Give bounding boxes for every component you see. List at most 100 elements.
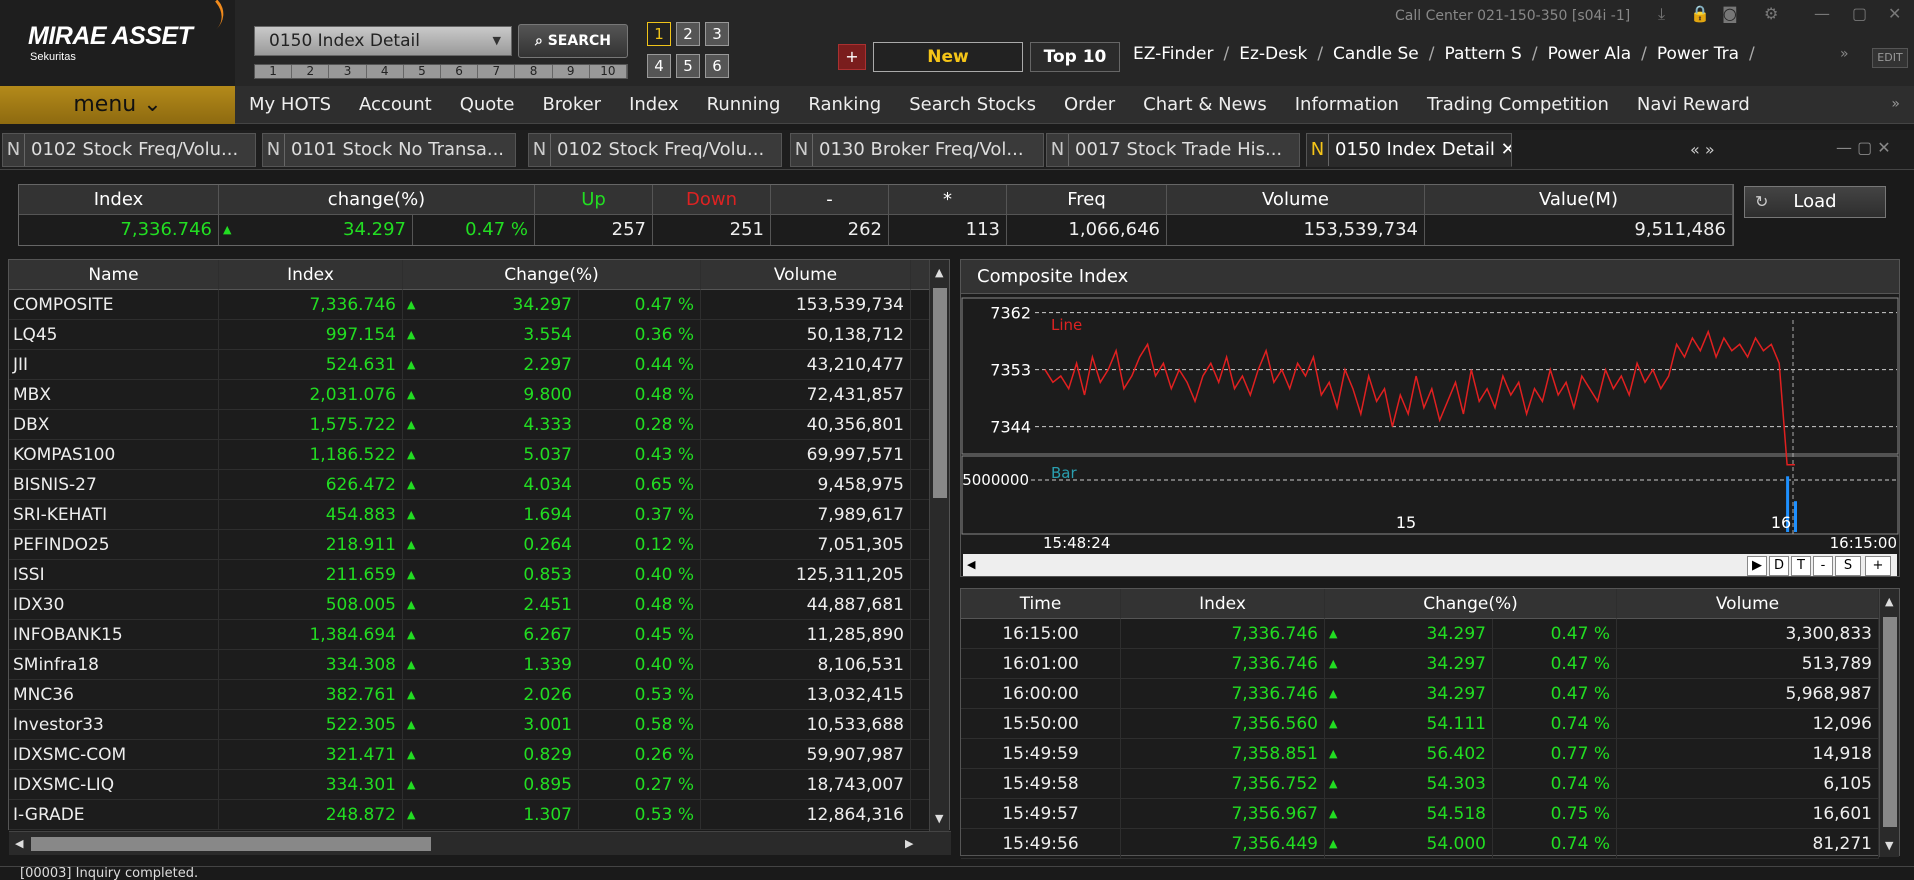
more-shortcuts-icon[interactable]: »: [1840, 46, 1849, 62]
screen-num[interactable]: 3: [329, 65, 367, 78]
table-row[interactable]: PEFINDO25 218.911 ▲ 0.264 0.12 % 7,051,305: [9, 530, 929, 560]
shortcut-candle[interactable]: Candle Se: [1333, 44, 1419, 70]
menu-item-broker[interactable]: Broker: [528, 86, 615, 124]
col-header-index[interactable]: Index: [219, 260, 403, 290]
col-header-change[interactable]: Change(%): [1325, 589, 1617, 619]
menu-item-ranking[interactable]: Ranking: [794, 86, 895, 124]
scroll-right-icon[interactable]: ▶: [905, 837, 913, 850]
close-icon[interactable]: ✕: [1888, 4, 1901, 23]
screen-num[interactable]: 8: [515, 65, 553, 78]
menu-more-icon[interactable]: »: [1891, 96, 1900, 112]
screen-button-3[interactable]: 3: [705, 22, 729, 46]
screen-button-4[interactable]: 4: [647, 54, 671, 78]
tab-0102-b[interactable]: N 0102 Stock Freq/Volu...: [528, 133, 782, 167]
vertical-scrollbar[interactable]: ▲ ▼: [929, 260, 949, 831]
screen-button-2[interactable]: 2: [676, 22, 700, 46]
tab-0130[interactable]: N 0130 Broker Freq/Vol...: [790, 133, 1044, 167]
scroll-up-icon[interactable]: ▲: [1885, 595, 1893, 608]
new-button[interactable]: New: [873, 42, 1023, 72]
menu-item-index[interactable]: Index: [615, 86, 693, 124]
menu-item-chart-news[interactable]: Chart & News: [1129, 86, 1281, 124]
chart-scroll-left-icon[interactable]: ◀: [967, 558, 975, 571]
composite-chart[interactable]: 7362 7353 7344 Line 5000000 Bar 15 16 15…: [961, 296, 1899, 554]
scroll-up-icon[interactable]: ▲: [935, 266, 943, 279]
scroll-down-icon[interactable]: ▼: [935, 812, 943, 825]
chart-zoom-out-button[interactable]: -: [1813, 556, 1833, 576]
menu-item-account[interactable]: Account: [345, 86, 446, 124]
table-row[interactable]: BISNIS-27 626.472 ▲ 4.034 0.65 % 9,458,975: [9, 470, 929, 500]
camera-icon[interactable]: ◙: [1722, 4, 1738, 23]
table-row[interactable]: LQ45 997.154 ▲ 3.554 0.36 % 50,138,712: [9, 320, 929, 350]
table-row[interactable]: SRI-KEHATI 454.883 ▲ 1.694 0.37 % 7,989,617: [9, 500, 929, 530]
shortcut-power-alarm[interactable]: Power Ala: [1548, 44, 1632, 70]
search-button[interactable]: ⌕ SEARCH: [518, 24, 628, 58]
scroll-down-icon[interactable]: ▼: [1885, 839, 1893, 852]
top10-button[interactable]: Top 10: [1030, 42, 1120, 72]
gear-icon[interactable]: ⚙: [1764, 4, 1778, 23]
chart-daily-button[interactable]: D: [1769, 556, 1789, 576]
col-header-index[interactable]: Index: [1121, 589, 1325, 619]
table-row[interactable]: DBX 1,575.722 ▲ 4.333 0.28 % 40,356,801: [9, 410, 929, 440]
screen-button-6[interactable]: 6: [705, 54, 729, 78]
table-row[interactable]: 16:00:00 7,336.746 ▲ 34.297 0.47 % 5,968,987: [961, 679, 1879, 709]
chart-s-button[interactable]: S: [1835, 556, 1861, 576]
screen-num[interactable]: 1: [255, 65, 293, 78]
table-row[interactable]: 15:50:00 7,356.560 ▲ 54.111 0.74 % 12,096: [961, 709, 1879, 739]
table-row[interactable]: KOMPAS100 1,186.522 ▲ 5.037 0.43 % 69,997,571: [9, 440, 929, 470]
chart-zoom-in-button[interactable]: +: [1865, 556, 1891, 576]
col-header-volume[interactable]: Volume: [1617, 589, 1879, 619]
scroll-left-icon[interactable]: ◀: [15, 837, 23, 850]
tab-0150[interactable]: N 0150 Index Detail ✕: [1306, 133, 1512, 167]
tab-scroll-icon[interactable]: « »: [1690, 140, 1715, 159]
load-button[interactable]: ↻ Load: [1744, 186, 1886, 218]
menu-item-information[interactable]: Information: [1281, 86, 1413, 124]
horizontal-scrollbar[interactable]: ◀ ▶: [9, 831, 951, 855]
table-row[interactable]: 16:15:00 7,336.746 ▲ 34.297 0.47 % 3,300,833: [961, 619, 1879, 649]
table-row[interactable]: 16:01:00 7,336.746 ▲ 34.297 0.47 % 513,789: [961, 649, 1879, 679]
screen-select[interactable]: 0150 Index Detail ▼: [254, 26, 512, 56]
screen-num[interactable]: 7: [478, 65, 516, 78]
hscroll-thumb[interactable]: [31, 837, 431, 851]
table-row[interactable]: JII 524.631 ▲ 2.297 0.44 % 43,210,477: [9, 350, 929, 380]
maximize-icon[interactable]: ▢: [1852, 4, 1867, 23]
edit-button[interactable]: EDIT: [1872, 48, 1908, 68]
table-row[interactable]: IDXSMC-COM 321.471 ▲ 0.829 0.26 % 59,907,987: [9, 740, 929, 770]
shortcut-pattern[interactable]: Pattern S: [1444, 44, 1521, 70]
tab-close-icon[interactable]: ✕: [1495, 139, 1511, 160]
col-header-time[interactable]: Time: [961, 589, 1121, 619]
screen-num[interactable]: 10: [590, 65, 628, 78]
tab-0102-a[interactable]: N 0102 Stock Freq/Volu...: [2, 133, 256, 167]
table-row[interactable]: MBX 2,031.076 ▲ 9.800 0.48 % 72,431,857: [9, 380, 929, 410]
menu-item-my-hots[interactable]: My HOTS: [235, 86, 345, 124]
scroll-thumb[interactable]: [1883, 617, 1897, 827]
table-row[interactable]: IDX30 508.005 ▲ 2.451 0.48 % 44,887,681: [9, 590, 929, 620]
chart-tick-button[interactable]: T: [1791, 556, 1811, 576]
table-row[interactable]: 15:49:57 7,356.967 ▲ 54.518 0.75 % 16,601: [961, 799, 1879, 829]
table-row[interactable]: MNC36 382.761 ▲ 2.026 0.53 % 13,032,415: [9, 680, 929, 710]
screen-num[interactable]: 4: [367, 65, 404, 78]
col-header-change[interactable]: Change(%): [403, 260, 701, 290]
menu-item-navi-reward[interactable]: Navi Reward: [1623, 86, 1764, 124]
vertical-scrollbar[interactable]: ▲ ▼: [1879, 589, 1899, 857]
screen-num[interactable]: 9: [553, 65, 590, 78]
menu-button[interactable]: menu ⌄: [0, 86, 235, 124]
menu-item-quote[interactable]: Quote: [446, 86, 529, 124]
table-row[interactable]: IDXSMC-LIQ 334.301 ▲ 0.895 0.27 % 18,743,007: [9, 770, 929, 800]
table-row[interactable]: Investor33 522.305 ▲ 3.001 0.58 % 10,533,688: [9, 710, 929, 740]
shortcut-ez-desk[interactable]: Ez-Desk: [1239, 44, 1307, 70]
download-icon[interactable]: ⤓: [1658, 4, 1665, 24]
table-row[interactable]: COMPOSITE 7,336.746 ▲ 34.297 0.47 % 153,539,7…: [9, 290, 929, 320]
minimize-icon[interactable]: —: [1814, 4, 1830, 23]
panel-window-icon[interactable]: — ▢ ✕: [1836, 138, 1891, 157]
shortcut-ez-finder[interactable]: EZ-Finder: [1133, 44, 1214, 70]
tab-0017[interactable]: N 0017 Stock Trade His...: [1046, 133, 1300, 167]
col-header-name[interactable]: Name: [9, 260, 219, 290]
table-row[interactable]: INFOBANK15 1,384.694 ▲ 6.267 0.45 % 11,285,89…: [9, 620, 929, 650]
table-row[interactable]: ISSI 211.659 ▲ 0.853 0.40 % 125,311,205: [9, 560, 929, 590]
menu-item-search-stocks[interactable]: Search Stocks: [895, 86, 1050, 124]
scroll-thumb[interactable]: [933, 288, 947, 498]
shortcut-power-trade[interactable]: Power Tra: [1657, 44, 1739, 70]
screen-button-1[interactable]: 1: [647, 22, 671, 46]
menu-item-order[interactable]: Order: [1050, 86, 1129, 124]
table-row[interactable]: SMinfra18 334.308 ▲ 1.339 0.40 % 8,106,531: [9, 650, 929, 680]
